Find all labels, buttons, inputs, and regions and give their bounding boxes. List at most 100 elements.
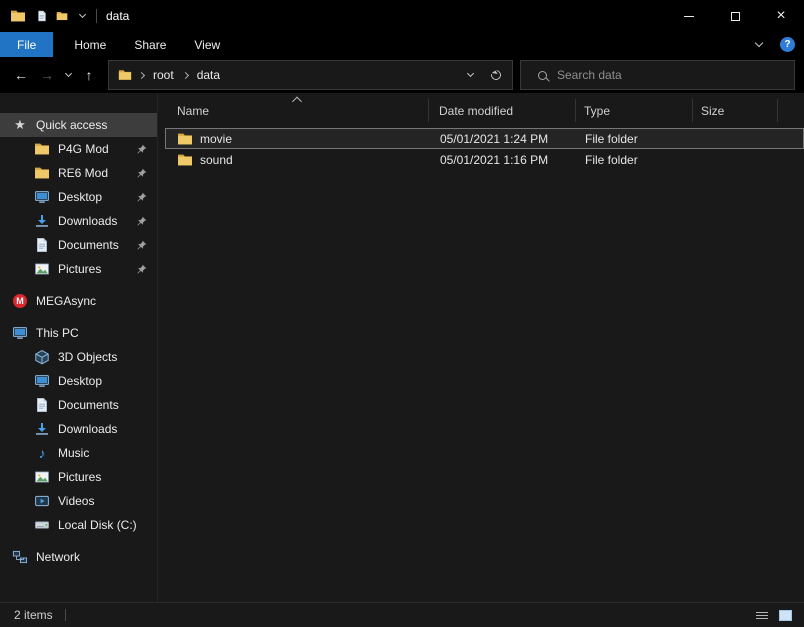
file-size [694,129,779,148]
tab-share[interactable]: Share [120,32,180,57]
sidebar-item-3d-objects[interactable]: 3D Objects [0,345,157,369]
chevron-right-icon [181,71,189,79]
thumbnails-view-button[interactable] [775,606,795,625]
file-row-movie[interactable]: movie 05/01/2021 1:24 PM File folder [165,128,804,149]
column-label: Size [701,103,725,118]
breadcrumb-root[interactable]: root [151,68,176,82]
sidebar-item-quick-access[interactable]: ★ Quick access [0,113,157,137]
star-icon: ★ [14,117,26,132]
local-disk-icon [34,517,50,533]
pin-icon [136,192,147,203]
column-label: Type [584,103,611,118]
sidebar-item-this-pc[interactable]: This PC [0,321,157,345]
expand-ribbon-button[interactable] [750,36,768,54]
qat-new-folder-button[interactable] [52,5,72,27]
sort-ascending-icon [291,96,302,107]
tab-view[interactable]: View [180,32,234,57]
column-header-type[interactable]: Type [576,99,693,122]
minimize-button[interactable] [666,0,712,32]
chevron-down-icon [64,69,72,78]
search-input[interactable] [557,68,794,82]
qat-customize-button[interactable] [72,5,92,27]
desktop-icon [34,373,50,389]
help-button[interactable]: ? [780,37,795,52]
status-separator [64,609,66,621]
sidebar-item-documents-pinned[interactable]: Documents [0,233,157,257]
pin-icon [136,264,147,275]
pin-icon [136,168,147,179]
pin-icon [136,240,147,251]
file-date-modified: 05/01/2021 1:16 PM [440,152,549,167]
sidebar-item-downloads-pinned[interactable]: Downloads [0,209,157,233]
close-button[interactable]: × [758,0,804,32]
main-area: ★ Quick access P4G Mod RE6 Mod Desktop D… [0,93,804,602]
back-button[interactable]: ← [8,62,34,88]
file-name: movie [200,131,233,146]
forward-button[interactable]: → [34,62,60,88]
documents-icon [34,237,50,253]
tab-home[interactable]: Home [60,32,120,57]
documents-icon [34,397,50,413]
forward-icon: → [40,67,54,83]
chevron-down-icon [78,10,86,19]
sidebar-item-pictures-pinned[interactable]: Pictures [0,257,157,281]
pin-icon [136,144,147,155]
maximize-button[interactable] [712,0,758,32]
details-view-icon [756,611,768,619]
thumbnails-view-icon [778,609,792,621]
recent-locations-button[interactable] [60,62,76,88]
sidebar-item-p4g-mod[interactable]: P4G Mod [0,137,157,161]
ribbon-right-controls: ? [750,32,804,57]
back-icon: ← [14,67,28,83]
chevron-down-icon [466,69,475,78]
address-bar[interactable]: root data [108,60,513,90]
column-label: Name [177,103,210,118]
folder-icon [34,165,50,181]
column-header-size[interactable]: Size [693,99,778,122]
up-icon: ↑ [85,67,93,83]
this-pc-icon [12,325,28,341]
refresh-button[interactable] [483,61,508,89]
refresh-icon [488,68,503,82]
file-type: File folder [585,131,638,146]
titlebar: data × [0,0,804,32]
window-controls: × [666,0,804,32]
sidebar-item-desktop-pinned[interactable]: Desktop [0,185,157,209]
column-headers: Name Date modified Type Size [165,96,804,122]
sidebar-item-pictures[interactable]: Pictures [0,465,157,489]
music-icon: ♪ [38,445,46,461]
sidebar-item-re6-mod[interactable]: RE6 Mod [0,161,157,185]
qat-properties-button[interactable] [32,5,52,27]
navigation-pane: ★ Quick access P4G Mod RE6 Mod Desktop D… [0,93,158,602]
tab-file[interactable]: File [0,32,54,57]
sidebar-item-megasync[interactable]: M MEGAsync [0,289,157,313]
help-icon: ? [784,39,791,50]
megasync-icon: M [13,294,27,308]
column-header-name[interactable]: Name [165,96,429,122]
sidebar-item-videos[interactable]: Videos [0,489,157,513]
sidebar-item-local-disk-c[interactable]: Local Disk (C:) [0,513,157,537]
navigation-bar: ← → ↑ root data [0,57,804,93]
sidebar-item-music[interactable]: ♪ Music [0,441,157,465]
sidebar-item-desktop[interactable]: Desktop [0,369,157,393]
folder-icon [34,141,50,157]
minimize-icon [684,15,694,17]
sidebar-item-network[interactable]: Network [0,545,157,569]
sidebar-item-documents[interactable]: Documents [0,393,157,417]
address-dropdown-button[interactable] [458,61,483,89]
sidebar-item-downloads[interactable]: Downloads [0,417,157,441]
pictures-icon [34,469,50,485]
status-bar: 2 items [0,602,804,627]
pin-icon [136,216,147,227]
downloads-icon [34,421,50,437]
explorer-app-icon [10,8,26,24]
details-view-button[interactable] [752,606,772,625]
pictures-icon [34,261,50,277]
file-type: File folder [585,152,638,167]
3d-objects-icon [34,349,50,365]
file-row-sound[interactable]: sound 05/01/2021 1:16 PM File folder [165,149,804,170]
breadcrumb-current[interactable]: data [195,68,222,82]
up-button[interactable]: ↑ [76,62,102,88]
chevron-right-icon [137,71,146,79]
column-header-date-modified[interactable]: Date modified [429,99,576,122]
